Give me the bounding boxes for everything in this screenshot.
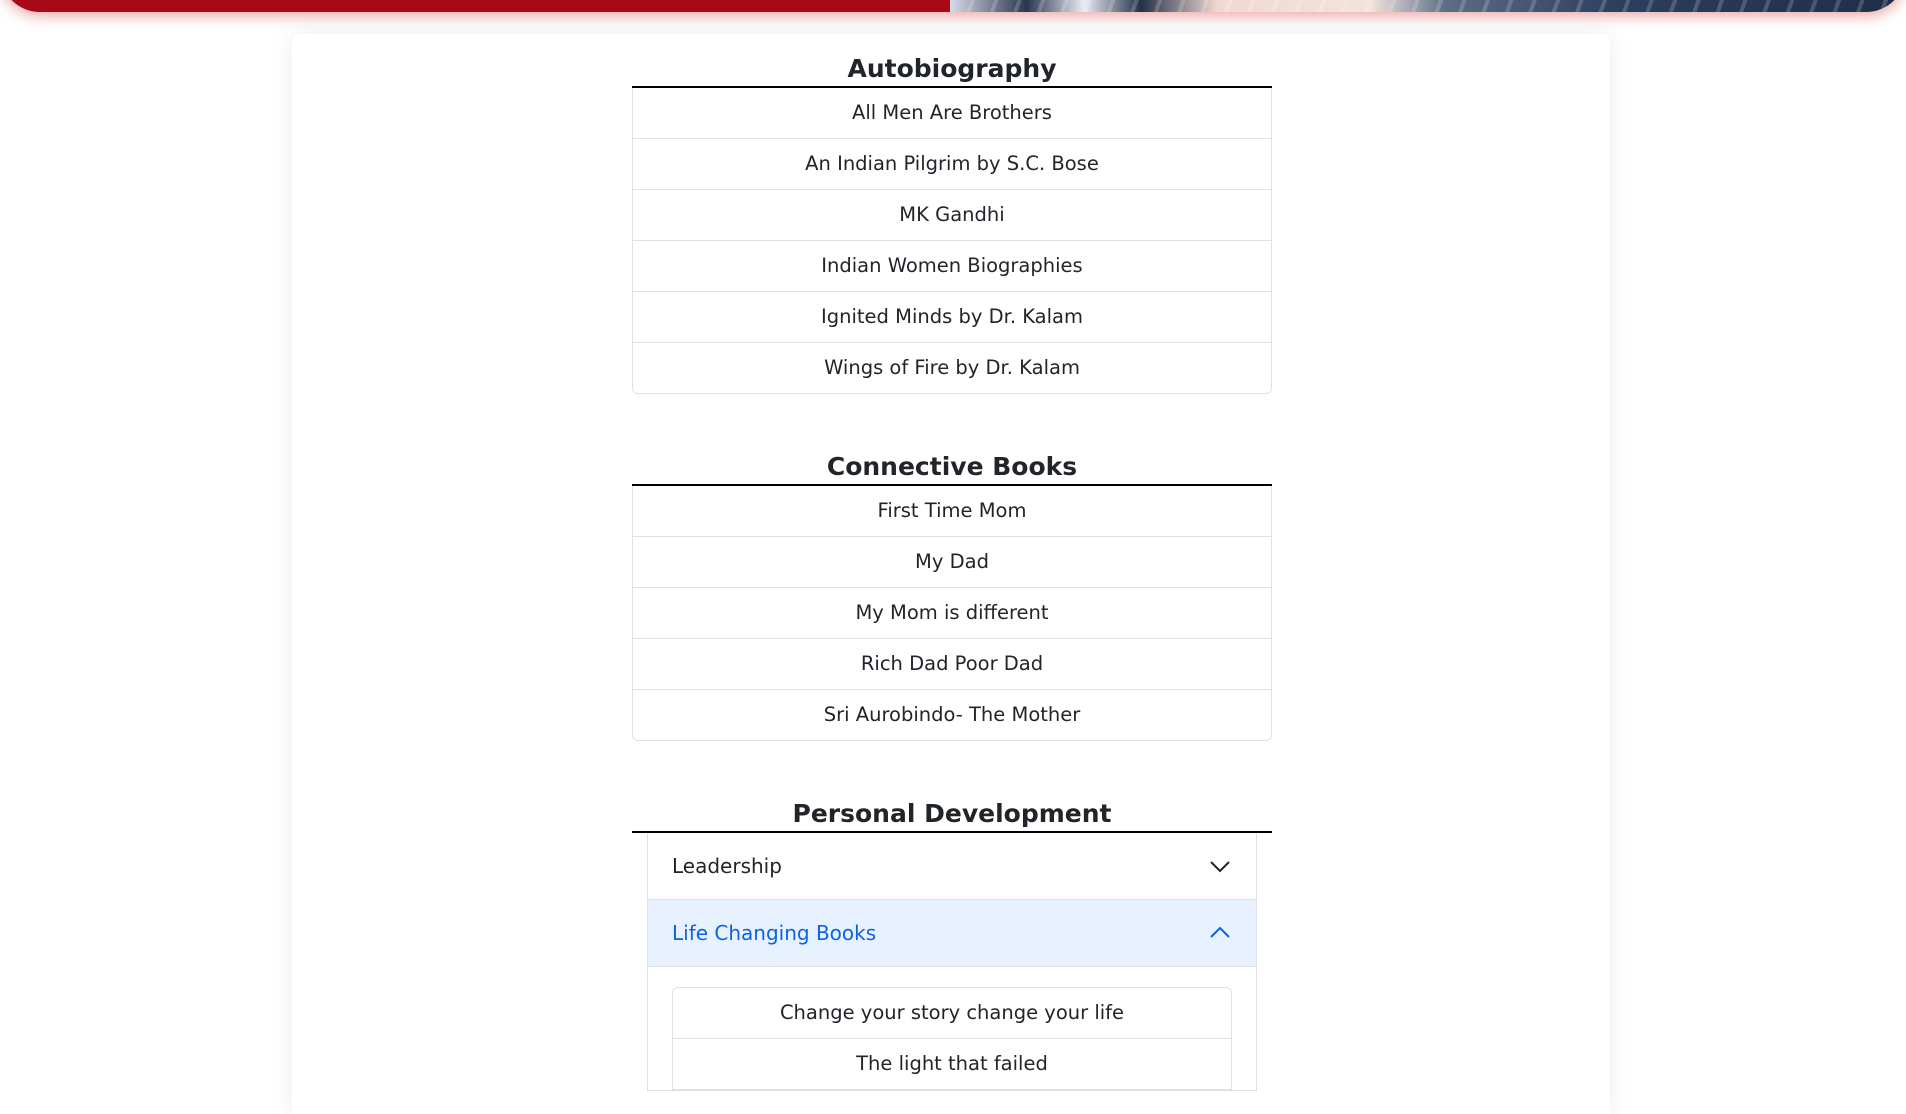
hero-banner [0, 0, 1906, 12]
personal-development-accordion: Leadership Life Changing Books Change yo… [647, 833, 1257, 1091]
list-item[interactable]: The light that failed [673, 1038, 1231, 1089]
list-item[interactable]: MK Gandhi [633, 189, 1271, 240]
section-connective-books: Connective Books First Time Mom My Dad M… [632, 450, 1272, 741]
list-item[interactable]: All Men Are Brothers [633, 88, 1271, 138]
section-personal-development: Personal Development Leadership Life Cha… [632, 797, 1272, 1091]
list-item[interactable]: Ignited Minds by Dr. Kalam [633, 291, 1271, 342]
section-title-personal-development: Personal Development [632, 797, 1272, 833]
list-item[interactable]: My Mom is different [633, 587, 1271, 638]
list-item[interactable]: Sri Aurobindo- The Mother [633, 689, 1271, 740]
list-item[interactable]: Indian Women Biographies [633, 240, 1271, 291]
section-title-autobiography: Autobiography [632, 52, 1272, 88]
accordion-header-life-changing-books[interactable]: Life Changing Books [648, 900, 1256, 967]
list-item[interactable]: First Time Mom [633, 486, 1271, 536]
list-item[interactable]: My Dad [633, 536, 1271, 587]
chevron-down-icon [1210, 861, 1230, 873]
life-changing-books-list: Change your story change your life The l… [672, 987, 1232, 1090]
accordion-body-life-changing-books: Change your story change your life The l… [648, 967, 1256, 1090]
autobiography-list: All Men Are Brothers An Indian Pilgrim b… [632, 88, 1272, 394]
section-title-connective-books: Connective Books [632, 450, 1272, 486]
accordion-header-leadership[interactable]: Leadership [648, 833, 1256, 900]
accordion-label: Leadership [672, 854, 782, 878]
hero-banner-photo [950, 0, 1906, 12]
list-item[interactable]: Rich Dad Poor Dad [633, 638, 1271, 689]
list-item[interactable]: Wings of Fire by Dr. Kalam [633, 342, 1271, 393]
section-autobiography: Autobiography All Men Are Brothers An In… [632, 52, 1272, 394]
list-item[interactable]: An Indian Pilgrim by S.C. Bose [633, 138, 1271, 189]
connective-books-list: First Time Mom My Dad My Mom is differen… [632, 486, 1272, 741]
list-item[interactable]: Change your story change your life [673, 988, 1231, 1038]
hero-banner-red-panel [0, 0, 952, 12]
chevron-up-icon [1210, 926, 1230, 938]
accordion-label: Life Changing Books [672, 921, 877, 945]
